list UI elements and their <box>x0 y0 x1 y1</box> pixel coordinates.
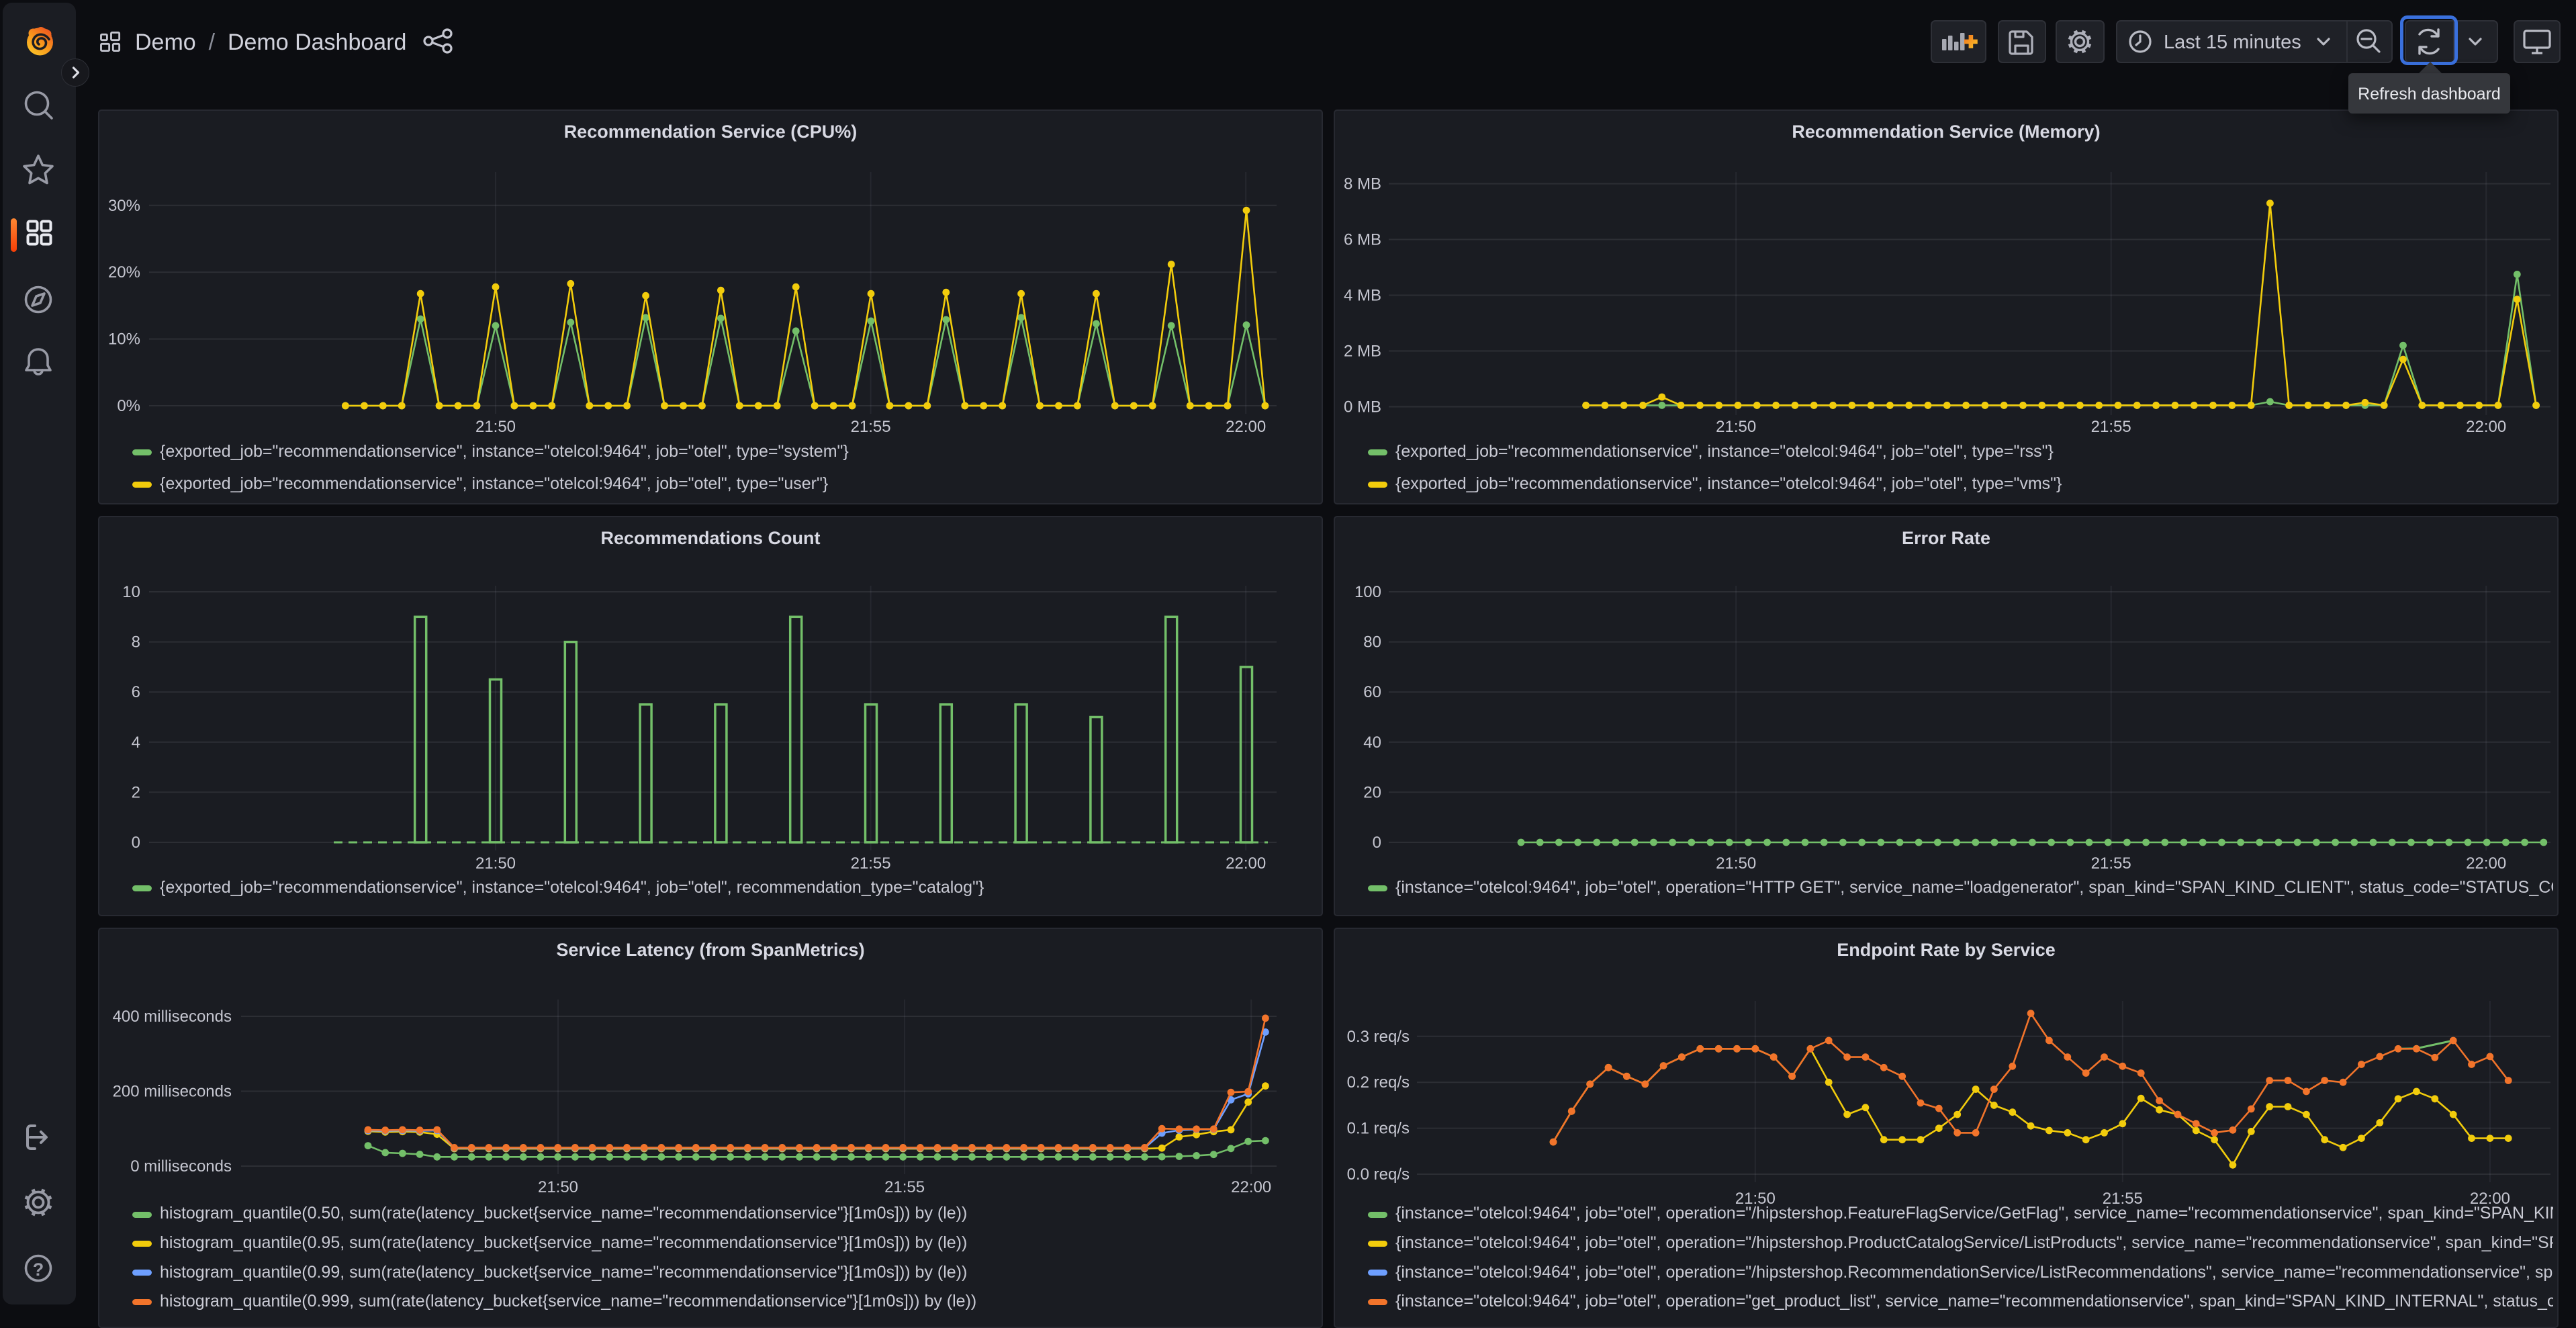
svg-text:100: 100 <box>1354 583 1381 601</box>
svg-text:0.0 req/s: 0.0 req/s <box>1347 1165 1410 1184</box>
svg-text:22:00: 22:00 <box>1231 1178 1271 1196</box>
svg-text:21:50: 21:50 <box>538 1178 578 1196</box>
svg-text:21:50: 21:50 <box>1716 854 1756 873</box>
svg-text:21:55: 21:55 <box>851 854 891 873</box>
svg-text:40: 40 <box>1363 734 1381 752</box>
svg-text:2 MB: 2 MB <box>1344 343 1381 361</box>
svg-text:0 MB: 0 MB <box>1344 398 1381 416</box>
svg-text:21:55: 21:55 <box>851 418 891 436</box>
svg-text:Last 15 minutes: Last 15 minutes <box>2164 32 2301 53</box>
svg-text:8 MB: 8 MB <box>1344 175 1381 193</box>
svg-text:6 MB: 6 MB <box>1344 231 1381 249</box>
svg-text:20: 20 <box>1363 783 1381 801</box>
svg-text:4 MB: 4 MB <box>1344 287 1381 305</box>
svg-text:21:55: 21:55 <box>2091 854 2131 873</box>
svg-text:80: 80 <box>1363 633 1381 652</box>
svg-text:21:50: 21:50 <box>1716 418 1756 436</box>
svg-text:0: 0 <box>1373 834 1381 852</box>
svg-text:21:50: 21:50 <box>475 418 516 436</box>
svg-text:?: ? <box>33 1259 44 1280</box>
svg-text:0.1 req/s: 0.1 req/s <box>1347 1120 1410 1138</box>
svg-text:21:55: 21:55 <box>884 1178 925 1196</box>
svg-text:22:00: 22:00 <box>2466 418 2506 436</box>
svg-text:22:00: 22:00 <box>1226 418 1266 436</box>
svg-text:22:00: 22:00 <box>1226 854 1266 873</box>
svg-text:0.2 req/s: 0.2 req/s <box>1347 1073 1410 1092</box>
svg-text:60: 60 <box>1363 683 1381 701</box>
svg-text:21:50: 21:50 <box>475 854 516 873</box>
svg-text:0.3 req/s: 0.3 req/s <box>1347 1028 1410 1046</box>
svg-text:22:00: 22:00 <box>2466 854 2506 873</box>
svg-text:21:55: 21:55 <box>2091 418 2131 436</box>
